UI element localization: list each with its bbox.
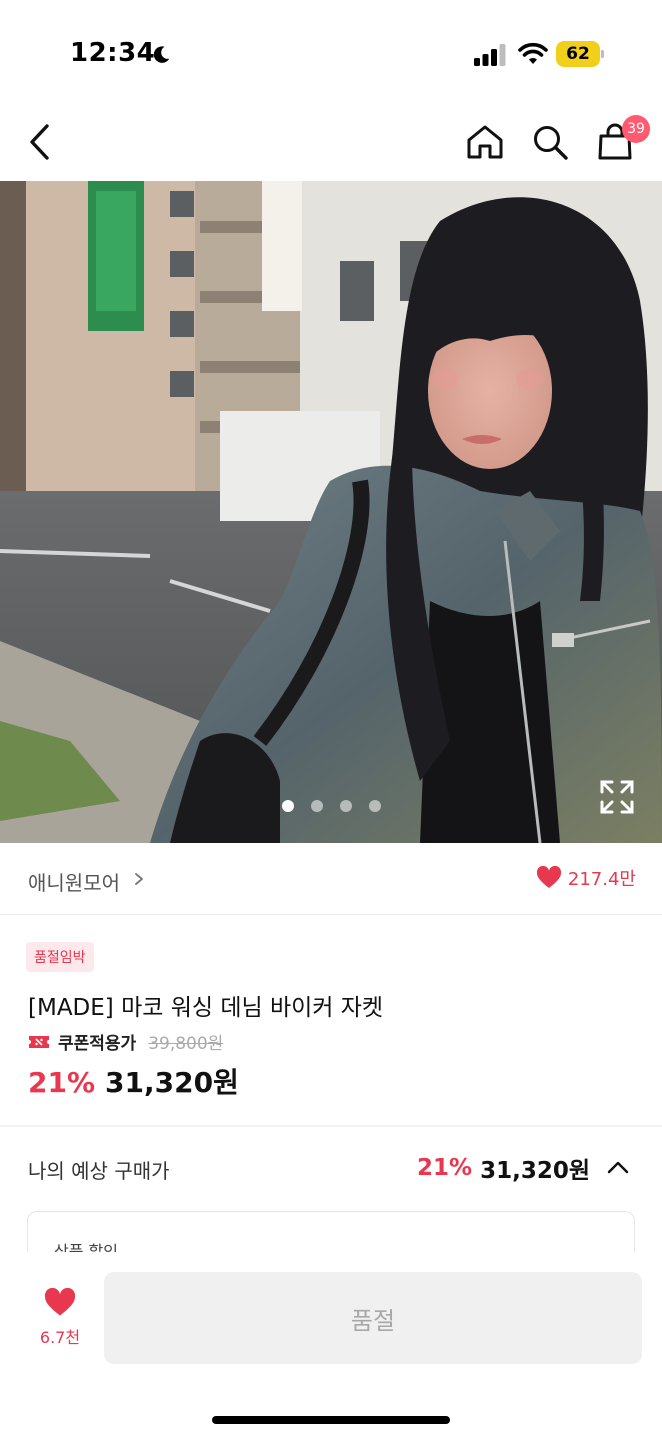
pagination-dot[interactable] (311, 800, 323, 812)
product-image[interactable] (0, 181, 662, 843)
status-time: 12:34 (70, 38, 156, 68)
product-info: 품절임박 [MADE] 마코 워싱 데님 바이커 자켓 쿠폰적용가 39,800… (0, 915, 662, 1125)
top-nav: 39 (0, 105, 662, 181)
status-badge: 품절임박 (26, 942, 94, 972)
status-bar: 12:34 62 (0, 0, 662, 100)
wishlist-count: 6.7천 (39, 1328, 81, 1347)
brand-likes[interactable]: 217.4만 (536, 865, 636, 891)
final-price: 31,320원 (105, 1066, 239, 1099)
original-price: 39,800원 (148, 1034, 224, 1054)
battery-level: 62 (556, 41, 600, 67)
cart-count-badge: 39 (622, 115, 650, 143)
search-button[interactable] (527, 117, 573, 167)
heart-icon (44, 1288, 76, 1316)
chevron-right-icon (135, 873, 143, 885)
coupon-label: 쿠폰적용가 (58, 1034, 137, 1054)
expected-discount: 21% (417, 1155, 473, 1181)
home-indicator (212, 1416, 450, 1424)
back-button[interactable] (18, 117, 62, 167)
home-icon (467, 125, 503, 159)
pagination-dot[interactable] (340, 800, 352, 812)
sold-out-button[interactable]: 품절 (104, 1272, 642, 1364)
signal-icon (474, 44, 506, 66)
product-photo (0, 181, 662, 843)
battery-icon: 62 (556, 41, 604, 67)
discount-rate: 21% (28, 1066, 96, 1099)
expand-icon[interactable] (598, 778, 636, 816)
coupon-icon (29, 1035, 49, 1048)
expected-price-toggle[interactable]: 21% 31,320원 (417, 1151, 630, 1185)
wifi-icon (518, 42, 548, 64)
chevron-up-icon (607, 1161, 629, 1174)
wishlist-button[interactable]: 6.7천 (20, 1288, 100, 1358)
expected-price: 31,320원 (480, 1158, 590, 1184)
home-button[interactable] (462, 117, 508, 167)
moon-icon (153, 46, 170, 63)
pagination-dot[interactable] (282, 800, 294, 812)
image-pagination-dots (282, 800, 381, 812)
expected-price-section[interactable]: 나의 예상 구매가 21% 31,320원 상품 할인 (0, 1127, 662, 1291)
product-title: [MADE] 마코 워싱 데님 바이커 자켓 (28, 995, 384, 1021)
pagination-dot[interactable] (369, 800, 381, 812)
coupon-row: 쿠폰적용가 39,800원 (28, 1029, 223, 1054)
expected-price-label: 나의 예상 구매가 (28, 1159, 170, 1183)
price-row: 21% 31,320원 (28, 1061, 239, 1101)
bottom-action-bar: 6.7천 품절 (0, 1252, 662, 1440)
brand-likes-count: 217.4만 (567, 869, 636, 890)
heart-icon (536, 866, 561, 888)
brand-name[interactable]: 애니원모어 (28, 867, 120, 896)
brand-row[interactable]: 애니원모어 217.4만 (0, 843, 662, 915)
back-icon (30, 124, 49, 160)
search-icon (534, 126, 568, 160)
